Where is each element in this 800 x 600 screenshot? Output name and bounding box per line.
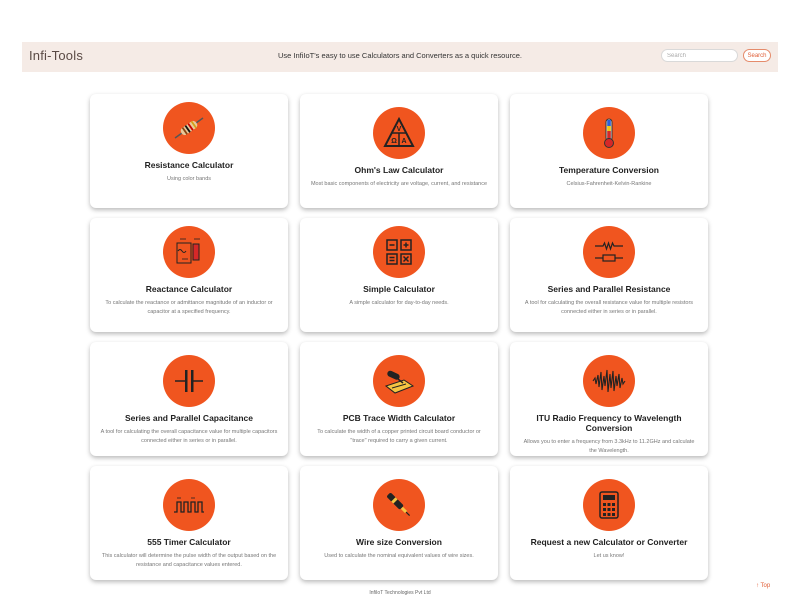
resistor-network-icon <box>583 226 635 278</box>
card-title: Wire size Conversion <box>356 537 442 547</box>
card-series-parallel-capacitance[interactable]: Series and Parallel Capacitance A tool f… <box>90 342 288 456</box>
card-simple-calculator[interactable]: Simple Calculator A simple calculator fo… <box>300 218 498 332</box>
card-description: Used to calculate the nominal equivalent… <box>324 553 474 559</box>
card-title: Reactance Calculator <box>145 284 233 294</box>
svg-text:A: A <box>401 138 406 145</box>
card-title: Temperature Conversion <box>559 165 659 175</box>
card-title: PCB Trace Width Calculator <box>342 413 456 423</box>
card-title: Request a new Calculator or Converter <box>530 537 688 547</box>
card-description: Allows you to enter a frequency from 3.3… <box>523 439 695 454</box>
ohms-law-triangle-icon: V Ω A <box>373 107 425 159</box>
navbar: Infi-Tools Use InfiIoT's easy to use Cal… <box>22 42 778 72</box>
card-temperature-conversion[interactable]: Temperature Conversion Celsius-Fahrenhei… <box>510 94 708 208</box>
svg-text:Ω: Ω <box>391 138 397 145</box>
card-reactance-calculator[interactable]: Reactance Calculator To calculate the re… <box>90 218 288 332</box>
radio-wave-icon <box>583 355 635 407</box>
back-to-top-link[interactable]: ↑ Top <box>756 583 770 589</box>
calculator-keys-icon <box>373 226 425 278</box>
capacitor-icon <box>163 355 215 407</box>
card-title: Simple Calculator <box>363 284 435 294</box>
card-series-parallel-resistance[interactable]: Series and Parallel Resistance A tool fo… <box>510 218 708 332</box>
card-description: Celsius-Fahrenheit-Kelvin-Rankine <box>566 181 652 187</box>
card-title: Series and Parallel Resistance <box>547 284 671 294</box>
card-description: A tool for calculating the overall resis… <box>524 300 694 315</box>
brand-logo[interactable]: Infi-Tools <box>29 48 83 63</box>
resistor-icon <box>163 102 215 154</box>
square-wave-icon <box>163 479 215 531</box>
search-button[interactable]: Search <box>743 49 771 62</box>
card-title: ITU Radio Frequency to Wavelength Conver… <box>536 413 682 433</box>
card-title: 555 Timer Calculator <box>147 537 231 547</box>
pcb-trace-icon <box>373 355 425 407</box>
card-description: To calculate the width of a copper print… <box>317 429 481 444</box>
card-title: Series and Parallel Capacitance <box>124 413 254 423</box>
card-description: This calculator will determine the pulse… <box>101 553 277 568</box>
card-description: To calculate the reactance or admittance… <box>105 300 273 315</box>
card-resistance-calculator[interactable]: Resistance Calculator Using color bands <box>90 94 288 208</box>
card-title: Resistance Calculator <box>144 160 234 170</box>
card-pcb-trace-width-calculator[interactable]: PCB Trace Width Calculator To calculate … <box>300 342 498 456</box>
calculator-request-icon <box>583 479 635 531</box>
svg-text:V: V <box>397 126 402 133</box>
card-request-new-calculator[interactable]: Request a new Calculator or Converter Le… <box>510 466 708 580</box>
card-ohms-law-calculator[interactable]: V Ω A Ohm's Law Calculator Most basic co… <box>300 94 498 208</box>
card-description: Using color bands <box>166 176 212 182</box>
card-title: Ohm's Law Calculator <box>354 165 444 175</box>
card-description: Most basic components of electricity are… <box>310 181 488 187</box>
tools-grid: Resistance Calculator Using color bands … <box>90 94 712 580</box>
card-description: A tool for calculating the overall capac… <box>100 429 278 444</box>
card-555-timer-calculator[interactable]: 555 Timer Calculator This calculator wil… <box>90 466 288 580</box>
footer-copyright: InfiIoT Technologies Pvt Ltd <box>369 590 431 596</box>
card-description: Let us know! <box>593 553 625 559</box>
search-input[interactable] <box>661 49 738 62</box>
card-itu-radio-frequency-conversion[interactable]: ITU Radio Frequency to Wavelength Conver… <box>510 342 708 456</box>
card-description: A simple calculator for day-to-day needs… <box>349 300 449 306</box>
card-wire-size-conversion[interactable]: Wire size Conversion Used to calculate t… <box>300 466 498 580</box>
thermometer-icon <box>583 107 635 159</box>
wire-icon <box>373 479 425 531</box>
reactance-circuit-icon <box>163 226 215 278</box>
